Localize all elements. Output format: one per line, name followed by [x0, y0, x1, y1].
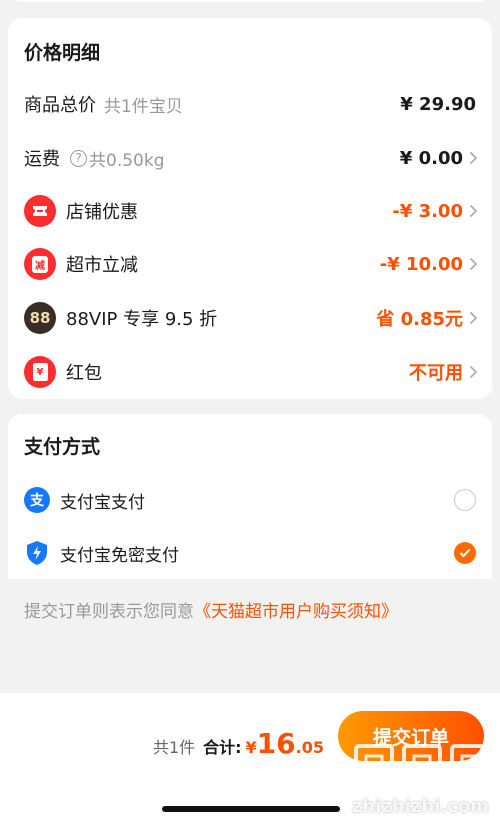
- alipay-icon: 支: [24, 487, 50, 513]
- alipay-label: 支付宝支付: [60, 492, 145, 513]
- red-packet-status: 不可用: [409, 363, 463, 384]
- watermark-glyph: [450, 744, 490, 796]
- red-packet-row[interactable]: ¥ 红包 不可用: [8, 352, 492, 392]
- supermarket-discount-row[interactable]: 减 超市立减 -¥ 10.00: [8, 244, 492, 284]
- payment-card: 支付方式 支 支付宝支付 支付宝免密支付: [8, 414, 492, 579]
- watermark-glyph: [402, 744, 442, 796]
- price-detail-card: 价格明细 商品总价 共1件宝贝 ¥ 29.90 运费 ? 共0.50kg ¥ 0…: [8, 18, 492, 399]
- agreement-link[interactable]: 《天猫超市用户购买须知》: [194, 602, 398, 622]
- help-icon[interactable]: ?: [70, 149, 87, 167]
- chevron-right-icon: [469, 365, 478, 379]
- total-integer: 16: [256, 727, 296, 760]
- payment-title: 支付方式: [24, 436, 101, 458]
- chevron-right-icon: [469, 257, 478, 271]
- shield-lightning-icon: [24, 540, 50, 566]
- goods-total-amount: ¥ 29.90: [400, 93, 476, 115]
- supermarket-discount-label: 超市立减: [66, 255, 138, 276]
- watermark: zhizhizhi.com: [352, 742, 492, 822]
- store-discount-row[interactable]: 店铺优惠 -¥ 3.00: [8, 191, 492, 231]
- total-label: 合计:: [203, 738, 242, 757]
- discount-badge-text: 减: [32, 255, 48, 273]
- red-packet-badge: ¥: [32, 363, 48, 381]
- price-detail-title: 价格明细: [24, 42, 101, 64]
- red-packet-icon: ¥: [24, 356, 56, 388]
- item-count: 共1件: [152, 738, 196, 757]
- store-discount-label: 店铺优惠: [66, 202, 138, 223]
- total-decimal: .05: [295, 738, 324, 757]
- chevron-right-icon: [469, 204, 478, 218]
- vip-discount-row[interactable]: 88 88VIP 专享 9.5 折 省 0.85元: [8, 298, 492, 338]
- alipay-radio[interactable]: [454, 489, 476, 511]
- alipay-badge: 支: [24, 487, 50, 513]
- vip-saving-amount: 省 0.85元: [376, 309, 463, 330]
- order-total: 共1件 合计: ¥ 16 .05: [153, 727, 324, 760]
- chevron-right-icon: [469, 151, 478, 165]
- home-indicator[interactable]: [162, 806, 340, 812]
- goods-total-label: 商品总价: [24, 95, 96, 116]
- payment-option-alipay[interactable]: 支 支付宝支付: [8, 480, 492, 520]
- agreement-prefix: 提交订单则表示您同意: [24, 602, 194, 622]
- previous-card-edge: [8, 0, 492, 2]
- store-discount-amount: -¥ 3.00: [392, 200, 463, 222]
- red-packet-label: 红包: [66, 363, 102, 384]
- vip-badge-text: 88: [29, 309, 51, 327]
- watermark-text: zhizhizhi.com: [352, 796, 490, 817]
- chevron-right-icon: [469, 311, 478, 325]
- watermark-logo: [352, 742, 492, 798]
- agreement-text: 提交订单则表示您同意《天猫超市用户购买须知》: [24, 597, 398, 622]
- shipping-weight: 共0.50kg: [89, 150, 165, 171]
- check-icon: [459, 548, 471, 558]
- shipping-label: 运费: [24, 149, 60, 170]
- shipping-row[interactable]: 运费 ? 共0.50kg ¥ 0.00: [8, 138, 492, 178]
- goods-total-row: 商品总价 共1件宝贝 ¥ 29.90: [8, 84, 492, 124]
- discount-badge-icon: 减: [24, 248, 56, 280]
- alipay-nopwd-label: 支付宝免密支付: [60, 545, 179, 566]
- supermarket-discount-amount: -¥ 10.00: [379, 253, 463, 275]
- 88vip-icon: 88: [24, 302, 56, 334]
- payment-option-alipay-nopwd[interactable]: 支付宝免密支付: [8, 533, 492, 573]
- shipping-amount: ¥ 0.00: [399, 147, 463, 169]
- currency-symbol: ¥: [245, 738, 257, 757]
- ticket-icon: [24, 195, 56, 227]
- goods-count: 共1件宝贝: [104, 96, 183, 117]
- vip-label: 88VIP 专享 9.5 折: [66, 309, 218, 330]
- alipay-nopwd-radio[interactable]: [454, 542, 476, 564]
- watermark-glyph: [354, 744, 394, 796]
